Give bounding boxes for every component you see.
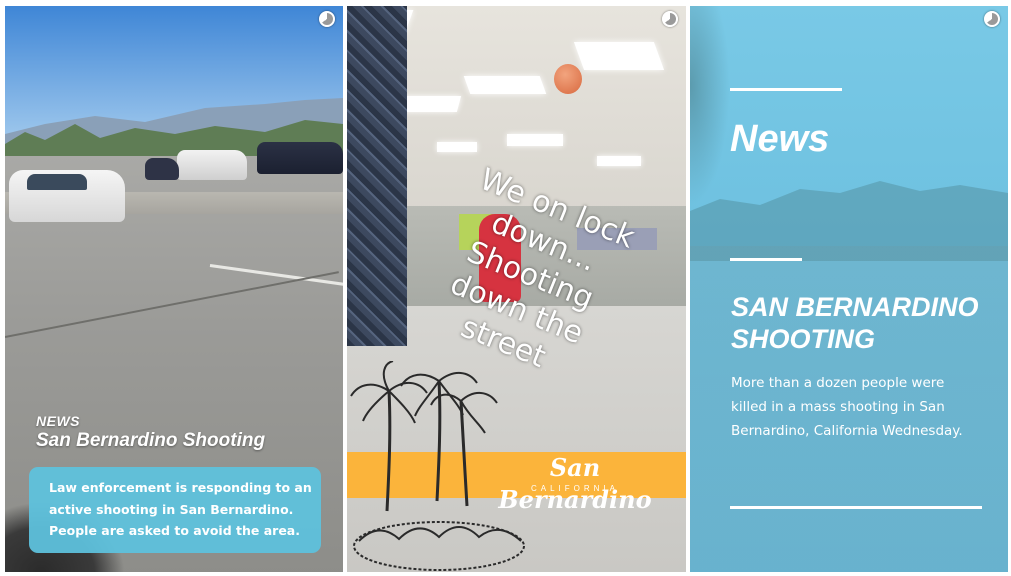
caption-text: Law enforcement is responding to an acti… bbox=[49, 480, 312, 538]
caption-box: Law enforcement is responding to an acti… bbox=[29, 467, 321, 553]
plaid-jacket bbox=[347, 6, 407, 346]
dark-suv bbox=[257, 142, 343, 174]
news-label: News bbox=[730, 118, 830, 160]
orange-balloon bbox=[554, 64, 582, 94]
police-car-distant bbox=[177, 150, 247, 180]
ceiling-light bbox=[463, 76, 547, 94]
story-panel-cafeteria[interactable]: We on lock down... Shooting down the str… bbox=[347, 6, 686, 572]
story-timer-icon bbox=[319, 11, 335, 27]
news-label: NEWS bbox=[36, 413, 80, 429]
story-timer-icon bbox=[984, 11, 1000, 27]
story-panel-highway[interactable]: NEWS San Bernardino Shooting Law enforce… bbox=[5, 6, 343, 572]
story-timer-icon bbox=[662, 11, 678, 27]
divider-line bbox=[730, 258, 802, 261]
divider-line bbox=[730, 506, 982, 509]
geofilter-subtitle: CALIFORNIA bbox=[530, 484, 619, 493]
ceiling-light bbox=[507, 134, 563, 146]
police-car-window bbox=[27, 174, 87, 190]
ceiling-light bbox=[573, 42, 665, 70]
story-headline: San Bernardino Shooting bbox=[36, 430, 266, 451]
divider-line bbox=[730, 88, 842, 91]
ceiling-light bbox=[597, 156, 641, 166]
story-headline: SAN BERNARDINO SHOOTING bbox=[731, 292, 979, 354]
ceiling-light bbox=[437, 142, 477, 152]
story-body: More than a dozen people were killed in … bbox=[731, 375, 963, 439]
story-panel-news-card[interactable]: News SAN BERNARDINO SHOOTING More than a… bbox=[690, 6, 1008, 572]
dark-car bbox=[145, 158, 179, 180]
